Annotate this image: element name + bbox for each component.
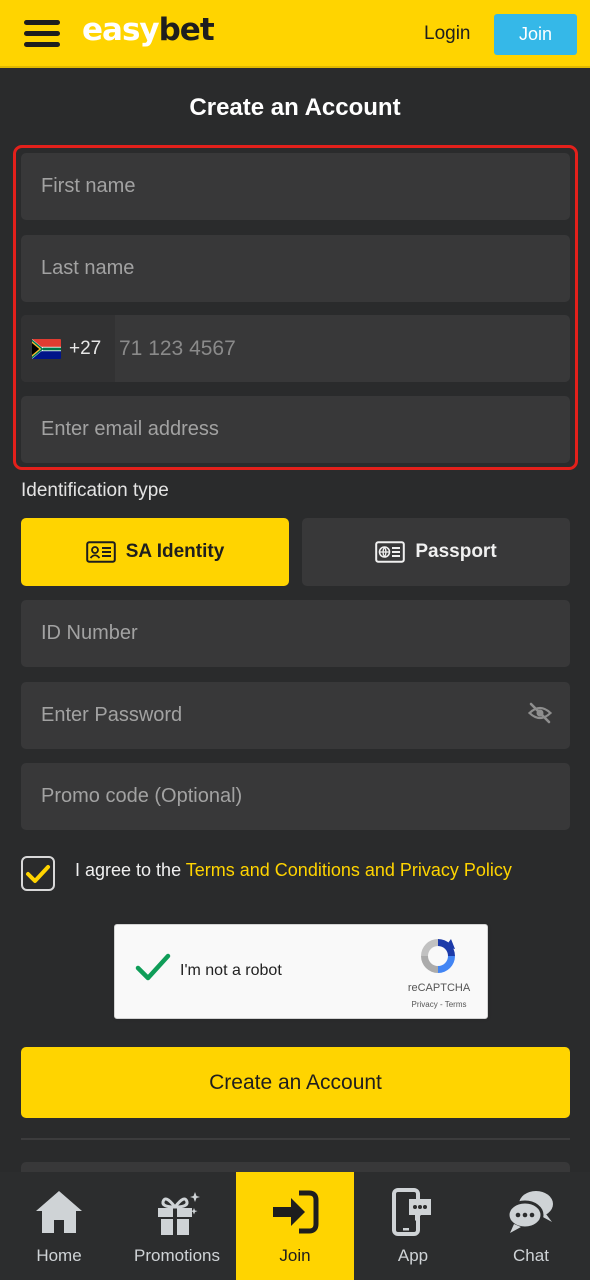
id-number-field[interactable]: ID Number — [21, 600, 570, 667]
join-button[interactable]: Join — [494, 14, 577, 55]
nav-app-label: App — [397, 1246, 429, 1265]
password-field[interactable]: Enter Password — [21, 682, 570, 749]
country-code-selector[interactable]: +27 — [21, 315, 115, 382]
promo-code-field[interactable]: Promo code (Optional) — [21, 763, 570, 830]
identification-type-label: Identification type — [21, 480, 169, 501]
south-africa-flag-icon — [32, 338, 61, 359]
recaptcha-label: I'm not a robot — [180, 962, 282, 979]
id-number-placeholder: ID Number — [41, 622, 138, 644]
logo-easy: easy — [82, 12, 160, 48]
nav-chat-label: Chat — [513, 1246, 549, 1265]
nav-home-label: Home — [36, 1246, 82, 1265]
first-name-field[interactable]: First name — [21, 153, 570, 220]
nav-join-label: Join — [279, 1246, 311, 1265]
logo-bet: bet — [158, 12, 215, 48]
email-field[interactable]: Enter email address — [21, 396, 570, 463]
sa-identity-option[interactable]: SA Identity — [21, 518, 289, 586]
checkmark-icon — [26, 864, 50, 883]
recaptcha-logo-icon — [421, 939, 455, 973]
passport-option[interactable]: Passport — [302, 518, 570, 586]
terms-link[interactable]: Terms and Conditions and Privacy Policy — [186, 860, 512, 880]
passport-icon — [375, 541, 406, 563]
first-name-placeholder: First name — [41, 175, 136, 197]
bottom-navigation: Home Promotions Join App Chat — [0, 1172, 590, 1280]
chat-icon — [506, 1186, 556, 1238]
gift-icon — [153, 1186, 201, 1238]
home-icon — [34, 1186, 84, 1238]
last-name-placeholder: Last name — [41, 257, 135, 279]
create-account-button[interactable]: Create an Account — [21, 1047, 570, 1118]
sa-identity-label: SA Identity — [125, 541, 225, 562]
top-header: easybet Login Join — [0, 0, 590, 68]
last-name-field[interactable]: Last name — [21, 235, 570, 302]
page-title: Create an Account — [189, 94, 401, 121]
recaptcha-terms[interactable]: Privacy - Terms — [401, 1000, 477, 1009]
nav-join[interactable]: Join — [236, 1172, 354, 1280]
divider — [21, 1138, 570, 1140]
country-code: +27 — [69, 337, 102, 359]
terms-agreement-text: I agree to the Terms and Conditions and … — [75, 860, 512, 881]
mobile-app-icon — [391, 1186, 435, 1238]
nav-app[interactable]: App — [354, 1172, 472, 1280]
phone-field[interactable]: +27 71 123 4567 — [21, 315, 570, 382]
easybet-logo[interactable]: easybet — [82, 12, 215, 48]
email-placeholder: Enter email address — [41, 418, 219, 440]
promo-code-placeholder: Promo code (Optional) — [41, 785, 243, 807]
password-placeholder: Enter Password — [41, 704, 183, 726]
id-card-icon — [85, 541, 116, 563]
eye-slash-icon[interactable] — [527, 702, 553, 730]
nav-promotions[interactable]: Promotions — [118, 1172, 236, 1280]
sign-in-icon — [271, 1186, 319, 1238]
login-link[interactable]: Login — [424, 23, 471, 45]
nav-home[interactable]: Home — [0, 1172, 118, 1280]
recaptcha-widget: I'm not a robot reCAPTCHA Privacy - Term… — [114, 924, 488, 1019]
terms-checkbox[interactable] — [21, 856, 55, 891]
agree-prefix: I agree to the — [75, 860, 186, 880]
nav-promotions-label: Promotions — [134, 1246, 220, 1265]
menu-icon[interactable] — [24, 20, 60, 48]
phone-placeholder: 71 123 4567 — [119, 336, 236, 360]
recaptcha-checkmark-icon[interactable] — [135, 953, 171, 983]
recaptcha-brand: reCAPTCHA — [407, 982, 471, 994]
nav-chat[interactable]: Chat — [472, 1172, 590, 1280]
passport-label: Passport — [415, 541, 497, 562]
